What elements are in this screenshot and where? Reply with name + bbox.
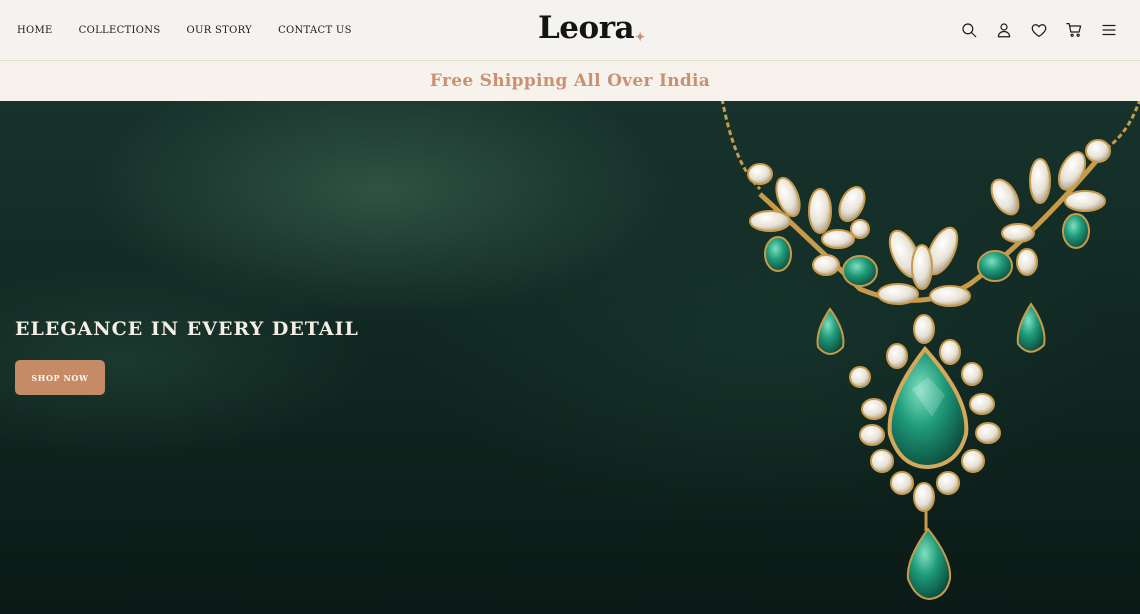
announcement-bar: Free Shipping All Over India (0, 61, 1140, 101)
necklace-image (720, 101, 1140, 601)
nav-link-our-story[interactable]: OUR STORY (186, 25, 252, 36)
nav-link-collections[interactable]: COLLECTIONS (79, 25, 161, 36)
hero-banner: ELEGANCE IN EVERY DETAIL SHOP NOW (0, 101, 1140, 614)
nav-link-contact-us[interactable]: CONTACT US (278, 25, 352, 36)
shop-now-button[interactable]: SHOP NOW (15, 360, 105, 395)
account-icon[interactable] (993, 19, 1015, 41)
brand-name: Leora (538, 10, 635, 46)
site-header: HOME COLLECTIONS OUR STORY CONTACT US Le… (0, 0, 1140, 61)
announcement-text: Free Shipping All Over India (429, 71, 711, 91)
main-nav: HOME COLLECTIONS OUR STORY CONTACT US (17, 25, 378, 36)
wishlist-icon[interactable] (1028, 19, 1050, 41)
brand-logo[interactable]: Leora ✦ (538, 10, 645, 46)
header-icons (945, 19, 1120, 41)
search-icon[interactable] (958, 19, 980, 41)
menu-icon[interactable] (1098, 19, 1120, 41)
nav-link-home[interactable]: HOME (17, 25, 53, 36)
cart-icon[interactable] (1063, 19, 1085, 41)
sparkle-icon: ✦ (635, 30, 645, 44)
hero-title: ELEGANCE IN EVERY DETAIL (15, 318, 359, 340)
